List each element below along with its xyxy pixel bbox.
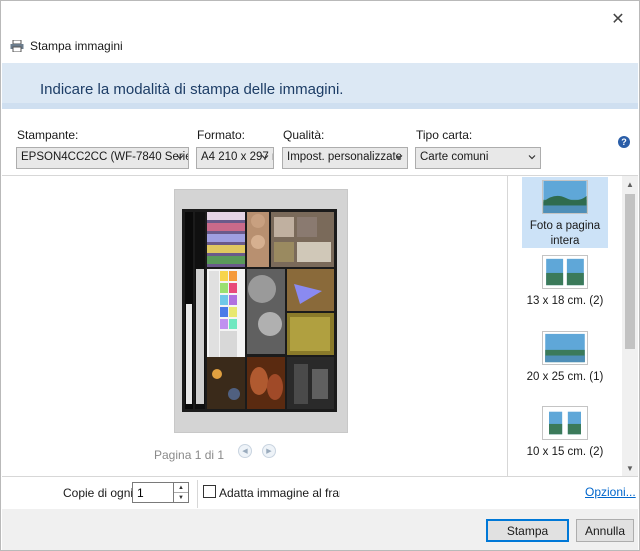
layout-item-10x15[interactable]: 10 x 15 cm. (2) bbox=[522, 406, 608, 466]
dialog-footer: Stampa Annulla bbox=[2, 509, 638, 550]
header-banner: Indicare la modalità di stampa delle imm… bbox=[2, 63, 638, 109]
window-title: Stampa immagini bbox=[30, 39, 123, 53]
scroll-down-icon[interactable]: ▼ bbox=[622, 460, 638, 476]
help-icon[interactable]: ? bbox=[618, 136, 630, 148]
paper-type-select-value: Carte comuni bbox=[420, 151, 489, 163]
layout-item-13x18[interactable]: 13 x 18 cm. (2) bbox=[522, 255, 608, 315]
chevron-down-icon bbox=[528, 155, 536, 160]
printer-select-value: EPSON4CC2CC (WF-7840 Series) bbox=[21, 151, 189, 163]
next-page-button[interactable]: ▶ bbox=[262, 444, 276, 458]
format-label: Formato: bbox=[197, 128, 246, 142]
chevron-down-icon bbox=[395, 155, 403, 160]
fit-to-frame-checkbox[interactable] bbox=[203, 485, 216, 498]
chevron-down-icon bbox=[176, 155, 184, 160]
layout-item-20x25[interactable]: 20 x 25 cm. (1) bbox=[522, 331, 608, 391]
scrollbar-thumb[interactable] bbox=[625, 194, 635, 349]
quality-label: Qualità: bbox=[283, 128, 325, 142]
close-button[interactable]: ✕ bbox=[607, 7, 629, 29]
layout-item-full-page[interactable]: Foto a pagina intera bbox=[522, 177, 608, 248]
print-pictures-dialog: ✕ Stampa immagini Indicare la modalità d… bbox=[0, 0, 640, 551]
arrow-right-icon: ▶ bbox=[266, 448, 272, 455]
layout-label: 13 x 18 cm. (2) bbox=[526, 295, 604, 307]
chevron-down-icon bbox=[261, 155, 269, 160]
layout-scrollbar[interactable]: ▲ ▼ bbox=[622, 176, 638, 476]
layout-label: 20 x 25 cm. (1) bbox=[526, 371, 604, 383]
divider bbox=[2, 476, 638, 477]
page-indicator: Pagina 1 di 1 bbox=[154, 448, 225, 462]
printer-label: Stampante: bbox=[17, 128, 79, 142]
preview-image bbox=[182, 209, 337, 412]
print-button[interactable]: Stampa bbox=[486, 519, 569, 542]
format-select[interactable]: A4 210 x 297 mm bbox=[196, 147, 274, 169]
two-photo-layout-icon bbox=[542, 255, 588, 289]
spinner-up-icon[interactable]: ▲ bbox=[174, 483, 188, 493]
paper-type-label: Tipo carta: bbox=[416, 128, 473, 142]
printer-icon bbox=[10, 40, 24, 52]
spinner-down-icon[interactable]: ▼ bbox=[174, 493, 188, 503]
scroll-up-icon[interactable]: ▲ bbox=[622, 176, 638, 192]
quality-select-value: Impost. personalizzate bbox=[287, 151, 403, 163]
previous-page-button[interactable]: ◀ bbox=[238, 444, 252, 458]
printer-select[interactable]: EPSON4CC2CC (WF-7840 Series) bbox=[16, 147, 189, 169]
close-icon[interactable]: ✕ bbox=[611, 9, 624, 28]
layout-list: Foto a pagina intera 13 x 18 cm. (2) 20 … bbox=[508, 176, 622, 476]
two-photo-layout-icon bbox=[542, 406, 588, 440]
fit-to-frame-label: Adatta immagine al frame bbox=[219, 486, 340, 500]
layout-label: 10 x 15 cm. (2) bbox=[526, 446, 604, 458]
copies-spinner[interactable]: ▲ ▼ bbox=[174, 482, 189, 503]
full-page-photo-icon bbox=[542, 180, 588, 214]
single-photo-layout-icon bbox=[542, 331, 588, 365]
copies-input[interactable] bbox=[132, 482, 174, 503]
page-heading: Indicare la modalità di stampa delle imm… bbox=[40, 81, 344, 98]
cancel-button[interactable]: Annulla bbox=[576, 519, 634, 542]
quality-select[interactable]: Impost. personalizzate bbox=[282, 147, 408, 169]
options-link[interactable]: Opzioni... bbox=[585, 485, 636, 499]
arrow-left-icon: ◀ bbox=[242, 448, 248, 455]
divider bbox=[197, 480, 198, 508]
paper-type-select[interactable]: Carte comuni bbox=[415, 147, 541, 169]
print-preview-area: Pagina 1 di 1 ◀ ▶ bbox=[2, 176, 507, 476]
title-bar: Stampa immagini bbox=[10, 37, 123, 55]
layout-label: Foto a pagina intera bbox=[529, 220, 601, 247]
preview-page bbox=[174, 189, 348, 433]
copies-label: Copie di ogni bbox=[63, 486, 134, 500]
